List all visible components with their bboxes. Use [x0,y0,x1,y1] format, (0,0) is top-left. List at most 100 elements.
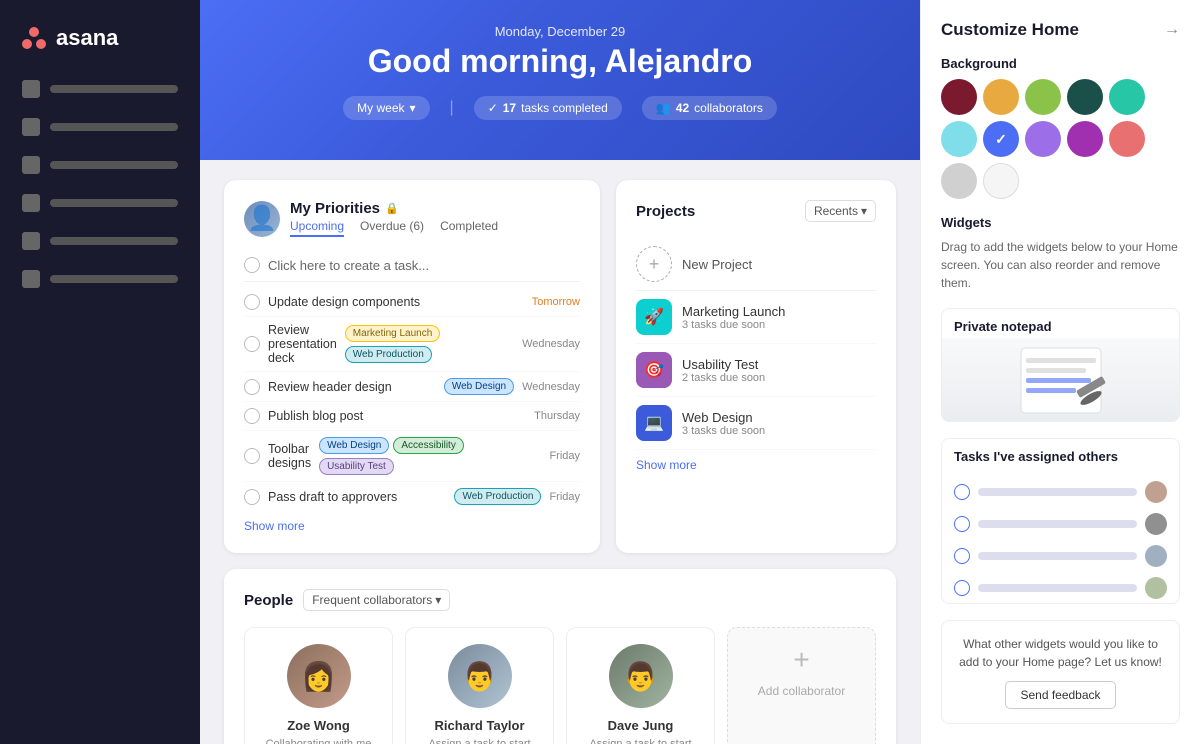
recents-button[interactable]: Recents ▾ [805,200,876,222]
project-name: Marketing Launch [682,304,876,319]
sidebar-item-inbox[interactable] [12,148,188,182]
marketing-icon: 🚀 [636,299,672,335]
task-name: Review header design [268,380,436,394]
user-avatar: 👤 [244,201,280,237]
people-grid: 👩 Zoe Wong Collaborating with me on 11 t… [244,627,876,744]
project-name: Web Design [682,410,876,425]
task-tags: Web Design [444,378,514,395]
list-item[interactable]: 👨 Richard Taylor Assign a task to start … [405,627,554,744]
list-item[interactable]: 👨 Dave Jung Assign a task to start colla… [566,627,715,744]
tasks-completed-pill[interactable]: ✓ 17 tasks completed [474,96,622,120]
task-check-icon [954,516,970,532]
table-row: Review presentation deck Marketing Launc… [244,317,580,372]
priorities-tabs: Upcoming Overdue (6) Completed [290,219,498,237]
lock-icon: 🔒 [385,202,399,215]
tab-completed[interactable]: Completed [440,219,498,237]
list-item[interactable]: 👩 Zoe Wong Collaborating with me on 11 t… [244,627,393,744]
color-swatch-white[interactable] [983,163,1019,199]
sidebar-item-portfolios[interactable] [12,224,188,258]
create-task-check [244,257,260,273]
tasks-assigned-title: Tasks I've assigned others [942,439,1179,468]
task-check[interactable] [244,336,260,352]
tag-webdesign[interactable]: Web Design [319,437,389,454]
color-swatch-teal[interactable] [1109,79,1145,115]
usability-icon: 🎯 [636,352,672,388]
color-swatch-maroon[interactable] [941,79,977,115]
list-item[interactable]: 💻 Web Design 3 tasks due soon [636,397,876,450]
notepad-widget: Private notepad [941,308,1180,422]
sidebar-item-analytics[interactable] [12,186,188,220]
table-row: Review header design Web Design Wednesda… [244,372,580,402]
projects-header: Projects Recents ▾ [636,200,876,222]
close-button[interactable]: → [1164,21,1180,39]
color-swatch-cyan[interactable] [941,121,977,157]
project-name: Usability Test [682,357,876,372]
priorities-card: 👤 My Priorities 🔒 Upcoming Overdue (6) C… [224,180,600,553]
task-list: Update design components Tomorrow Review… [244,288,580,511]
tag-webdesign[interactable]: Web Design [444,378,514,395]
create-task-row[interactable]: Click here to create a task... [244,249,580,282]
list-item[interactable]: 🎯 Usability Test 2 tasks due soon [636,344,876,397]
show-more-projects[interactable]: Show more [636,458,876,472]
color-swatch-green[interactable] [1025,79,1061,115]
cards-row: 👤 My Priorities 🔒 Upcoming Overdue (6) C… [224,180,896,553]
person-name: Richard Taylor [434,718,524,733]
person-desc: Assign a task to start collaborating [583,737,698,744]
customize-header: Customize Home → [941,20,1180,40]
chevron-down-icon: ▾ [435,593,441,607]
tasks-completed-count: 17 [503,101,516,115]
sidebar-item-home[interactable] [12,72,188,106]
project-tasks: 2 tasks due soon [682,372,876,384]
logo[interactable]: asana [0,16,200,72]
chart-icon [22,194,40,212]
feedback-section: What other widgets would you like to add… [941,620,1180,724]
tag-accessibility[interactable]: Accessibility [393,437,463,454]
my-week-pill[interactable]: My week ▾ [343,96,429,120]
task-check[interactable] [244,448,260,464]
tab-upcoming[interactable]: Upcoming [290,219,344,237]
send-feedback-button[interactable]: Send feedback [1005,681,1115,709]
sidebar-item-profile[interactable] [12,262,188,296]
tag-usability[interactable]: Usability Test [319,458,394,475]
color-swatch-violet[interactable] [1025,121,1061,157]
color-swatch-purple[interactable] [1067,121,1103,157]
assigned-task-row [954,540,1167,572]
assigned-task-row [954,508,1167,540]
task-check[interactable] [244,489,260,505]
show-more-tasks[interactable]: Show more [244,519,580,533]
list-item[interactable]: 🚀 Marketing Launch 3 tasks due soon [636,291,876,344]
stat-divider: | [450,99,454,117]
task-name: Toolbar designs [268,442,311,470]
project-tasks: 3 tasks due soon [682,425,876,437]
task-date: Friday [549,450,580,462]
tag-webprod[interactable]: Web Production [345,346,432,363]
assigned-task-row [954,476,1167,508]
tab-overdue[interactable]: Overdue (6) [360,219,424,237]
tag-marketing[interactable]: Marketing Launch [345,325,441,342]
assigned-bar [978,552,1137,560]
table-row: Pass draft to approvers Web Production F… [244,482,580,511]
tag-webprod[interactable]: Web Production [454,488,541,505]
task-check[interactable] [244,408,260,424]
new-project-row[interactable]: + New Project [636,238,876,291]
color-swatch-blue[interactable] [983,121,1019,157]
collaborators-pill[interactable]: 👥 42 collaborators [642,96,777,120]
color-swatch-dark-teal[interactable] [1067,79,1103,115]
color-swatch-gray[interactable] [941,163,977,199]
projects-card: Projects Recents ▾ + New Project 🚀 Marke… [616,180,896,553]
task-check[interactable] [244,294,260,310]
portfolio-icon [22,232,40,250]
frequent-collaborators-button[interactable]: Frequent collaborators ▾ [303,589,450,611]
color-swatch-pink[interactable] [1109,121,1145,157]
color-swatch-orange[interactable] [983,79,1019,115]
check-icon [22,118,40,136]
sidebar-item-tasks[interactable] [12,110,188,144]
main-content: Monday, December 29 Good morning, Alejan… [200,0,920,744]
project-tasks: 3 tasks due soon [682,319,876,331]
logo-text: asana [56,25,118,51]
person-desc: Assign a task to start collaborating [422,737,537,744]
people-title: People [244,592,293,609]
task-check[interactable] [244,379,260,395]
bell-icon [22,156,40,174]
task-name: Update design components [268,295,516,309]
